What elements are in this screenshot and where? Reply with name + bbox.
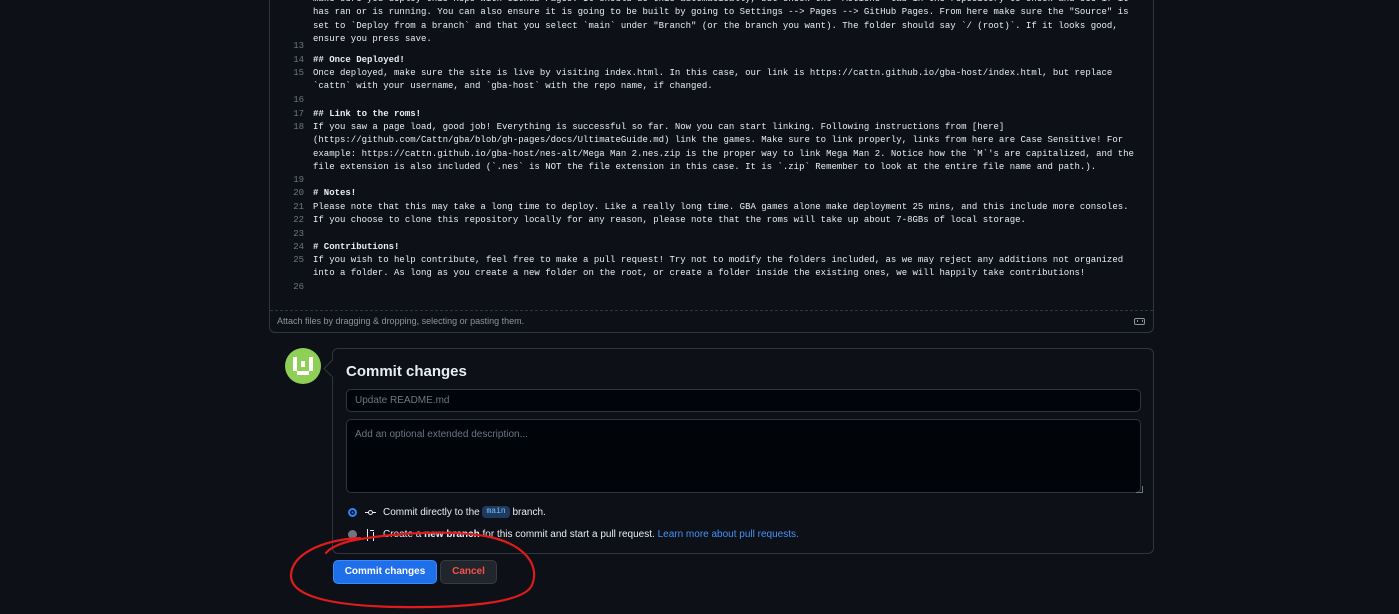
option-text: for this commit and start a pull request…	[482, 529, 655, 540]
line-number: 25	[293, 255, 304, 265]
code-line-heading: # Notes!	[313, 188, 357, 198]
line-number: 24	[293, 242, 304, 252]
avatar	[285, 348, 321, 384]
code-line-heading: ## Link to the roms!	[313, 109, 422, 119]
code-line: If you saw a page load, good job! Everyt…	[313, 122, 1140, 173]
code-line: If you wish to help contribute, feel fre…	[313, 255, 1129, 279]
option-text: Create a	[383, 529, 422, 540]
commit-description-input[interactable]	[346, 419, 1141, 493]
commit-summary-input[interactable]	[346, 389, 1141, 412]
option-new-branch-label: Create a new branch for this commit and …	[383, 528, 799, 542]
commit-changes-button[interactable]: Commit changes	[333, 560, 437, 584]
learn-more-link[interactable]: Learn more about pull requests.	[658, 529, 799, 540]
code-line: Please note that this may take a long ti…	[313, 202, 1129, 212]
git-commit-icon	[365, 510, 376, 515]
avatar-pixel	[297, 371, 309, 375]
radio-new-branch[interactable]	[348, 530, 357, 539]
option-text-bold: new branch	[424, 529, 480, 540]
git-pull-request-icon	[366, 529, 376, 541]
radio-commit-directly[interactable]	[348, 508, 357, 517]
line-number: 17	[293, 109, 304, 119]
line-number: 20	[293, 188, 304, 198]
cancel-button[interactable]: Cancel	[440, 560, 497, 584]
code-line: Once deployed, make sure the site is liv…	[313, 68, 1118, 92]
resize-handle[interactable]	[1136, 486, 1143, 493]
branch-chip: main	[482, 506, 510, 519]
code-line: make sure you deploy this Repo with Gith…	[313, 0, 1129, 45]
avatar-pixel	[293, 357, 297, 371]
page: make sure you deploy this Repo with Gith…	[0, 0, 1399, 614]
line-number: 14	[293, 55, 304, 65]
line-number: 13	[293, 41, 304, 51]
code-line-heading: ## Once Deployed!	[313, 55, 405, 65]
option-text: Commit directly to the	[383, 507, 480, 518]
panel-pointer	[323, 359, 342, 378]
attach-files-bar[interactable]: Attach files by dragging & dropping, sel…	[270, 310, 1153, 332]
line-number: 23	[293, 229, 304, 239]
code-area[interactable]: make sure you deploy this Repo with Gith…	[270, 0, 1153, 310]
code-line-heading: # Contributions!	[313, 242, 400, 252]
attach-hint: Attach files by dragging & dropping, sel…	[277, 316, 525, 326]
avatar-pixel	[309, 357, 313, 371]
line-number: 18	[293, 122, 304, 132]
line-number: 22	[293, 215, 304, 225]
line-number: 21	[293, 202, 304, 212]
line-number: 16	[293, 95, 304, 105]
option-commit-directly-label: Commit directly to the main branch.	[383, 506, 546, 520]
avatar-pixel	[301, 361, 305, 367]
line-number: 15	[293, 68, 304, 78]
code-line: If you choose to clone this repository l…	[313, 215, 1026, 225]
file-editor: make sure you deploy this Repo with Gith…	[269, 0, 1154, 333]
commit-panel: Commit changes Commit directly to the ma…	[323, 348, 1154, 554]
option-text: branch.	[512, 507, 546, 518]
commit-title: Commit changes	[346, 363, 467, 380]
line-number: 26	[293, 282, 304, 292]
markdown-icon[interactable]	[1134, 318, 1145, 325]
line-number: 19	[293, 175, 304, 185]
